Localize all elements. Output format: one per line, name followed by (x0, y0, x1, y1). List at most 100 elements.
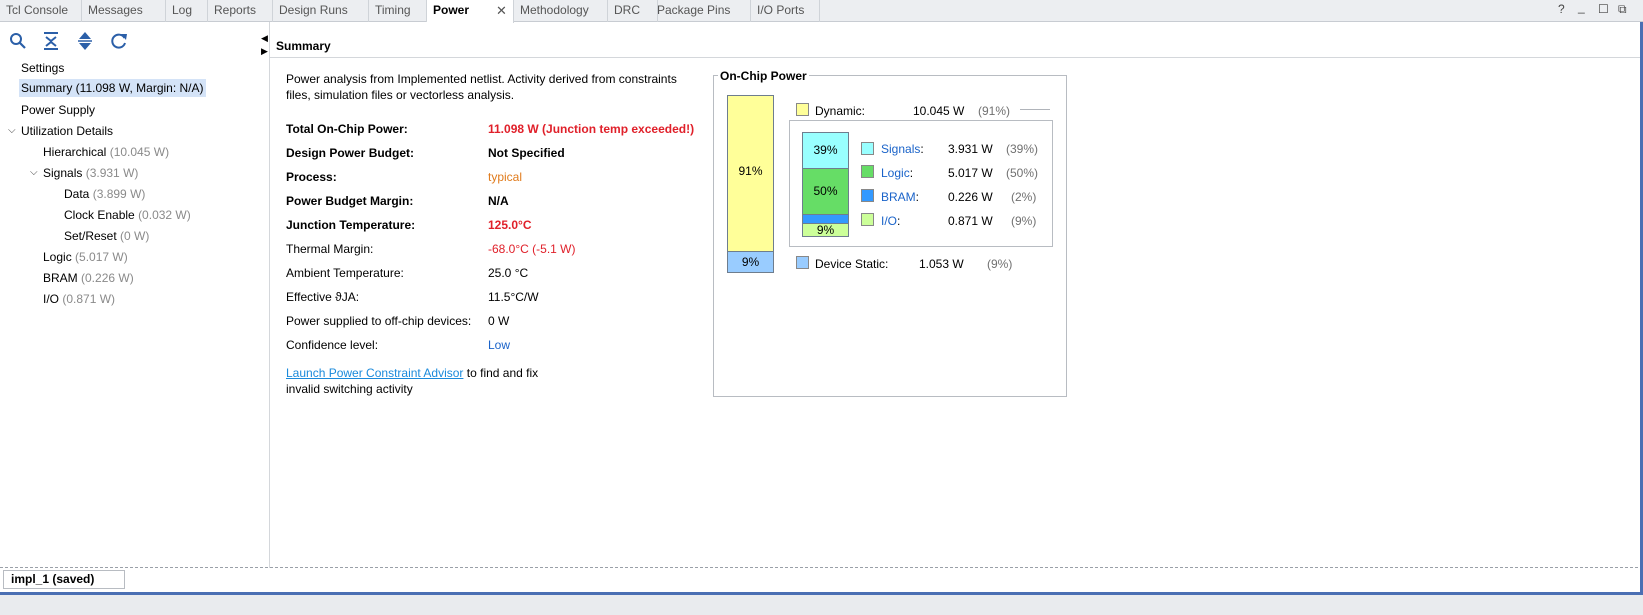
tree-logic-label: Logic (43, 250, 72, 264)
power-constraint-advisor-link[interactable]: Launch Power Constraint Advisor (286, 366, 463, 380)
chevron-down-icon[interactable]: ⌵ (8, 125, 16, 136)
device-static-pct: (9%) (987, 257, 1013, 271)
tab-messages[interactable]: Messages (82, 0, 166, 22)
signals-colon: : (920, 142, 924, 156)
signals-pct: (39%) (1006, 142, 1039, 156)
signals-bar-segment: 39% (803, 133, 848, 169)
page-title: Summary (276, 39, 331, 53)
panel-splitter[interactable]: ◀ ▶ (261, 32, 268, 58)
tree-signals[interactable]: Signals (3.931 W) (43, 164, 138, 182)
io-bar-pct: 9% (816, 223, 835, 237)
tree-set-reset[interactable]: Set/Reset (0 W) (64, 227, 149, 245)
budget-margin-label: Power Budget Margin: (286, 194, 414, 208)
status-strip (0, 595, 1643, 615)
logic-legend: Logic: (881, 166, 913, 180)
bram-pct: (2%) (1011, 190, 1037, 204)
confidence-value[interactable]: Low (488, 338, 510, 352)
expand-right-icon[interactable]: ▶ (261, 46, 268, 56)
signals-swatch (861, 142, 874, 155)
power-navigation-panel: Settings Summary (11.098 W, Margin: N/A)… (0, 22, 270, 568)
tree-bram-value: (0.226 W) (81, 271, 134, 285)
process-value: typical (488, 170, 523, 184)
dynamic-bracket-line (1020, 109, 1050, 110)
bram-legend: BRAM: (881, 190, 919, 204)
signals-legend: Signals: (881, 142, 924, 156)
tree-logic-value: (5.017 W) (75, 250, 128, 264)
io-bar-segment: 9% (803, 223, 848, 237)
float-window-icon[interactable]: ⧉ (1618, 2, 1627, 17)
help-icon[interactable]: ? (1558, 2, 1565, 16)
logic-bar-segment: 50% (803, 169, 848, 215)
power-budget-label: Design Power Budget: (286, 146, 415, 160)
tree-io-value: (0.871 W) (62, 292, 116, 306)
tree-bram[interactable]: BRAM (0.226 W) (43, 269, 134, 287)
tab-methodology[interactable]: Methodology (514, 0, 608, 22)
tab-timing[interactable]: Timing (369, 0, 427, 22)
tree-utilization-details[interactable]: Utilization Details (21, 122, 113, 140)
tree-hierarchical-value: (10.045 W) (109, 145, 170, 159)
io-link[interactable]: I/O (881, 214, 897, 228)
logic-value: 5.017 W (948, 166, 993, 180)
tab-design-runs[interactable]: Design Runs (273, 0, 369, 22)
dynamic-bar-segment: 91% (728, 96, 773, 252)
run-tab-impl-1[interactable]: impl_1 (saved) (3, 570, 125, 589)
ambient-temp-label: Ambient Temperature: (286, 266, 404, 280)
minimize-icon[interactable]: _ (1578, 0, 1585, 14)
bram-colon: : (915, 190, 920, 204)
thermal-margin-label: Thermal Margin: (286, 242, 374, 256)
tree-clock-enable[interactable]: Clock Enable (0.032 W) (64, 206, 191, 224)
io-legend: I/O: (881, 214, 900, 228)
tree-hierarchical[interactable]: Hierarchical (10.045 W) (43, 143, 169, 161)
tree-data-value: (3.899 W) (92, 187, 146, 201)
tree-io[interactable]: I/O (0.871 W) (43, 290, 115, 308)
tree-clock-enable-label: Clock Enable (64, 208, 135, 222)
refresh-icon[interactable] (108, 30, 130, 52)
process-label: Process: (286, 170, 337, 184)
logic-swatch (861, 165, 874, 178)
theta-ja-value: 11.5°C/W (488, 290, 539, 304)
tree-summary[interactable]: Summary (11.098 W, Margin: N/A) (19, 79, 206, 97)
search-icon[interactable] (7, 30, 29, 52)
tab-tcl-console[interactable]: Tcl Console (0, 0, 82, 22)
tab-io-ports[interactable]: I/O Ports (751, 0, 820, 22)
tab-power-label: Power (433, 3, 470, 17)
tree-signals-value: (3.931 W) (85, 166, 139, 180)
tree-set-reset-label: Set/Reset (64, 229, 117, 243)
power-budget-value: Not Specified (488, 146, 565, 160)
chevron-down-icon[interactable]: ⌵ (30, 167, 38, 178)
total-power-bar: 91% 9% (727, 95, 774, 273)
tab-bar: Tcl Console Messages Log Reports Design … (0, 0, 1643, 23)
collapse-left-icon[interactable]: ◀ (261, 33, 268, 43)
logic-bar-pct: 50% (813, 184, 838, 198)
dynamic-bar-pct: 91% (738, 164, 763, 178)
tree-hierarchical-label: Hierarchical (43, 145, 107, 159)
logic-link[interactable]: Logic (881, 166, 910, 180)
off-chip-power-label: Power supplied to off-chip devices: (286, 314, 472, 328)
dynamic-swatch (796, 103, 809, 116)
bram-link[interactable]: BRAM (881, 190, 916, 204)
signals-link[interactable]: Signals (881, 142, 920, 156)
total-power-label: Total On-Chip Power: (286, 122, 408, 136)
advisor-note: Launch Power Constraint Advisor to find … (286, 365, 566, 397)
tab-package-pins[interactable]: Package Pins (651, 0, 751, 22)
expand-all-icon[interactable] (74, 30, 96, 52)
summary-header: Summary (270, 34, 1643, 58)
tree-set-reset-value: (0 W) (120, 229, 150, 243)
tree-settings[interactable]: Settings (21, 59, 64, 77)
dynamic-pct: (91%) (978, 104, 1011, 118)
on-chip-power-title: On-Chip Power (718, 69, 809, 83)
io-swatch (861, 213, 874, 226)
tree-data[interactable]: Data (3.899 W) (64, 185, 145, 203)
junction-temp-value: 125.0°C (488, 218, 532, 232)
tab-log[interactable]: Log (166, 0, 208, 22)
tab-reports[interactable]: Reports (208, 0, 273, 22)
maximize-icon[interactable]: ☐ (1598, 2, 1609, 16)
tree-power-supply[interactable]: Power Supply (21, 101, 95, 119)
collapse-all-icon[interactable] (40, 30, 62, 52)
budget-margin-value: N/A (488, 194, 509, 208)
close-tab-icon[interactable]: ✕ (496, 3, 507, 19)
bram-swatch (861, 189, 874, 202)
bottom-divider (0, 567, 1643, 568)
tree-logic[interactable]: Logic (5.017 W) (43, 248, 128, 266)
signals-bar-pct: 39% (813, 143, 838, 157)
